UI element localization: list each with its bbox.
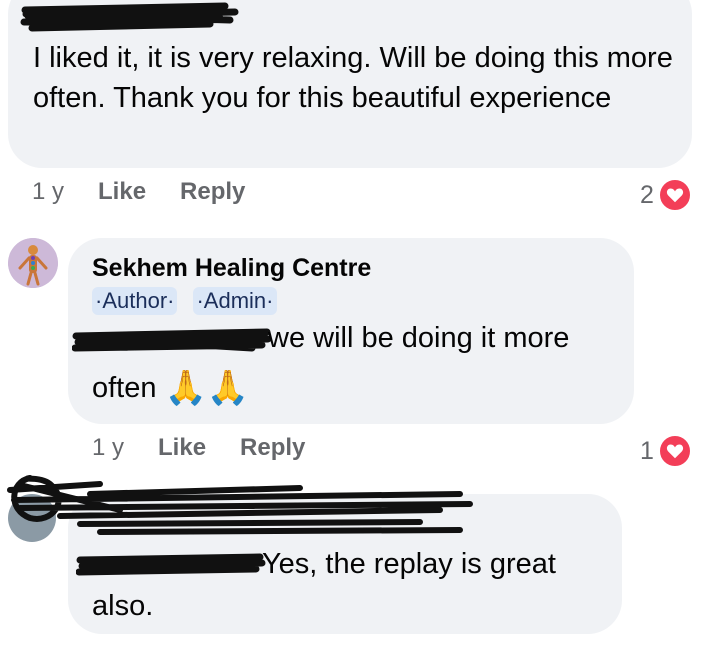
- comment-text-line: also.: [92, 590, 154, 622]
- comment-author[interactable]: Sekhem Healing Centre: [92, 254, 371, 283]
- heart-icon: [657, 178, 692, 212]
- comment-text-line: often 🙏🙏: [92, 368, 249, 408]
- comment-text: I liked it, it is very relaxing. Will be…: [33, 42, 673, 114]
- folded-hands-emoji: 🙏🙏: [164, 369, 250, 407]
- heart-icon: [657, 434, 692, 468]
- reply-button[interactable]: Reply: [180, 178, 245, 206]
- reaction-summary[interactable]: 1: [640, 434, 692, 468]
- admin-badge: ·Admin·: [193, 287, 277, 315]
- comment-text-end: often: [92, 372, 157, 404]
- reaction-summary[interactable]: 2: [640, 178, 692, 212]
- redacted-mention-scribble: [76, 553, 266, 576]
- comment-text-line: Yes, the replay is great: [262, 548, 556, 580]
- redacted-mention-scribble: [72, 328, 272, 352]
- comment-time: 1 y: [92, 434, 125, 461]
- comment-time: 1 y: [32, 178, 65, 205]
- comment-actions: 1 y Like Reply: [32, 178, 245, 206]
- author-badges: ·Author· ·Admin·: [92, 287, 277, 315]
- like-button[interactable]: Like: [98, 178, 146, 206]
- reply-button[interactable]: Reply: [240, 434, 305, 462]
- redacted-name-scribble: [20, 2, 239, 32]
- reaction-count: 1: [640, 436, 654, 465]
- avatar[interactable]: [8, 238, 58, 288]
- like-button[interactable]: Like: [158, 434, 206, 462]
- author-badge: ·Author·: [92, 287, 178, 315]
- comment-text-line: we will be doing it more: [268, 322, 570, 354]
- comment-actions: 1 y Like Reply: [92, 434, 305, 462]
- redacted-avatar-scribble: [7, 475, 473, 535]
- reaction-count: 2: [640, 180, 654, 209]
